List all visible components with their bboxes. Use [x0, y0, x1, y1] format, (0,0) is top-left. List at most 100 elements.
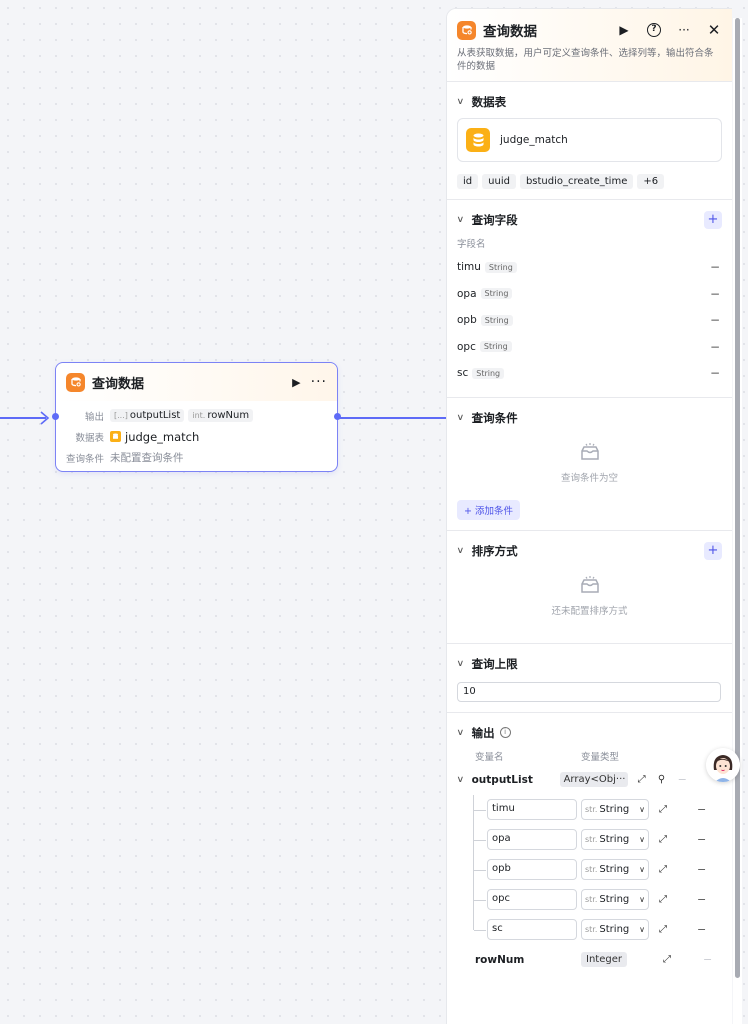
child-name-input[interactable]: opb: [487, 859, 577, 880]
child-name-input[interactable]: opa: [487, 829, 577, 850]
output-type: Integer: [581, 952, 627, 967]
database-icon: [110, 431, 121, 442]
remove-field-button[interactable]: −: [708, 313, 722, 327]
section-title: 查询字段: [471, 213, 518, 227]
field-row: timu String −: [457, 254, 722, 281]
field-name: sc: [457, 367, 469, 380]
field-name: opb: [457, 314, 477, 327]
child-name-input[interactable]: opc: [487, 889, 577, 910]
chevron-down-icon[interactable]: ∨: [456, 97, 464, 107]
chevron-down-icon: ∨: [639, 925, 645, 934]
output-name: outputList: [471, 773, 533, 786]
remove-field-button[interactable]: −: [708, 287, 722, 301]
empty-text: 还未配置排序方式: [551, 605, 628, 617]
empty-box-icon: [580, 575, 599, 593]
output-columns: 变量名 变量类型: [475, 751, 620, 763]
expand-icon[interactable]: ⤢: [636, 774, 648, 785]
remove-output-button: −: [702, 953, 713, 966]
remove-field-button[interactable]: −: [708, 260, 722, 274]
add-child-icon[interactable]: ⚲: [656, 774, 668, 785]
add-field-button[interactable]: +: [704, 211, 722, 229]
expand-icon[interactable]: ⤢: [657, 804, 669, 815]
field-name: opa: [457, 287, 477, 300]
chevron-down-icon: ∨: [639, 895, 645, 904]
output-child-row: timu str. String ∨ ⤢ −: [457, 795, 722, 825]
column-chip: uuid: [482, 174, 516, 189]
remove-child-button[interactable]: −: [697, 803, 706, 816]
database-query-icon: [457, 20, 476, 40]
column-chips: id uuid bstudio_create_time +6: [457, 174, 722, 189]
node-output-port[interactable]: [334, 413, 341, 420]
child-name-input[interactable]: sc: [487, 919, 577, 940]
expand-icon[interactable]: ⤢: [661, 954, 673, 965]
chevron-down-icon[interactable]: ∨: [456, 413, 464, 423]
more-columns-chip[interactable]: +6: [637, 174, 665, 189]
sort-section: ∨ 排序方式 + 还未配置排序方式: [447, 529, 732, 643]
more-options-icon[interactable]: ···: [311, 374, 327, 390]
remove-child-button[interactable]: −: [697, 833, 706, 846]
remove-output-button: −: [677, 773, 687, 786]
more-options-icon[interactable]: ···: [676, 23, 692, 37]
node-output-row: 输出 [...] outputList int. rowNum: [56, 405, 337, 426]
field-type: String: [480, 314, 513, 326]
run-node-icon[interactable]: ▶: [292, 376, 300, 389]
chevron-down-icon[interactable]: ∨: [456, 728, 464, 738]
section-title: 数据表: [471, 95, 507, 109]
child-type-select[interactable]: str. String ∨: [581, 799, 649, 820]
rownum-row: rowNum Integer ⤢ −: [457, 945, 722, 975]
child-type-select[interactable]: str. String ∨: [581, 919, 649, 940]
panel-scrollbar[interactable]: [733, 18, 742, 1024]
remove-field-button[interactable]: −: [708, 340, 722, 354]
child-type-select[interactable]: str. String ∨: [581, 859, 649, 880]
output-children: timu str. String ∨ ⤢ − opa str. String ∨ ⤢ −…: [457, 794, 722, 945]
rownum-tag: int. rowNum: [188, 409, 254, 422]
child-name-input[interactable]: timu: [487, 799, 577, 820]
panel-description: 从表获取数据，用户可定义查询条件、选择列等，输出符合条件的数据: [457, 48, 714, 72]
field-name: opc: [457, 340, 476, 353]
chevron-down-icon: ∨: [639, 835, 645, 844]
assistant-avatar-icon[interactable]: [706, 748, 740, 782]
chevron-down-icon[interactable]: ∨: [456, 659, 464, 669]
array-type-icon: [...]: [114, 411, 128, 420]
expand-icon[interactable]: ⤢: [657, 834, 669, 845]
add-sort-button[interactable]: +: [704, 541, 722, 560]
limit-section: ∨ 查询上限 10: [447, 642, 732, 712]
expand-icon[interactable]: ⤢: [657, 864, 669, 875]
chevron-down-icon[interactable]: ∨: [456, 775, 464, 785]
remove-child-button[interactable]: −: [697, 893, 706, 906]
chevron-down-icon: ∨: [639, 805, 645, 814]
add-condition-button[interactable]: + 添加条件: [457, 499, 520, 520]
section-title: 查询条件: [471, 410, 518, 425]
remove-field-button[interactable]: −: [708, 366, 722, 380]
child-type-select[interactable]: str. String ∨: [581, 829, 649, 850]
limit-input[interactable]: 10: [457, 681, 721, 702]
panel-title[interactable]: 查询数据: [483, 20, 602, 40]
expand-icon[interactable]: ⤢: [657, 924, 669, 935]
output-type[interactable]: Array<Obj···: [559, 772, 628, 787]
scrollbar-thumb[interactable]: [735, 18, 740, 978]
run-icon[interactable]: ▶: [616, 23, 632, 37]
node-input-port[interactable]: [52, 413, 59, 420]
chevron-down-icon[interactable]: ∨: [456, 215, 464, 225]
field-name-caption: 字段名: [457, 239, 486, 250]
field-type: String: [472, 367, 505, 379]
remove-child-button[interactable]: −: [697, 923, 706, 936]
close-icon[interactable]: ✕: [706, 21, 722, 39]
table-card[interactable]: judge_match: [457, 118, 722, 162]
field-type: String: [480, 288, 513, 300]
expand-icon[interactable]: ⤢: [657, 894, 669, 905]
chevron-down-icon[interactable]: ∨: [456, 546, 464, 556]
node-condition-row: 查询条件 未配置查询条件: [56, 447, 337, 468]
node-header: 查询数据 ▶ ···: [56, 363, 337, 401]
empty-text: 查询条件为空: [560, 472, 618, 484]
output-child-row: sc str. String ∨ ⤢ −: [457, 915, 722, 945]
table-label: 数据表: [75, 432, 104, 444]
empty-state: 还未配置排序方式: [457, 561, 722, 623]
query-data-node[interactable]: 查询数据 ▶ ··· 输出 [...] outputList int. rowNum…: [52, 362, 341, 472]
help-icon[interactable]: ?: [646, 23, 662, 37]
remove-child-button[interactable]: −: [697, 863, 706, 876]
info-icon[interactable]: i: [499, 727, 511, 738]
output-section: ∨ 输出 i 变量名 变量类型 ∨ outputList Array<Obj··· …: [447, 711, 732, 985]
child-type-select[interactable]: str. String ∨: [581, 889, 649, 910]
condition-value: 未配置查询条件: [110, 452, 184, 464]
